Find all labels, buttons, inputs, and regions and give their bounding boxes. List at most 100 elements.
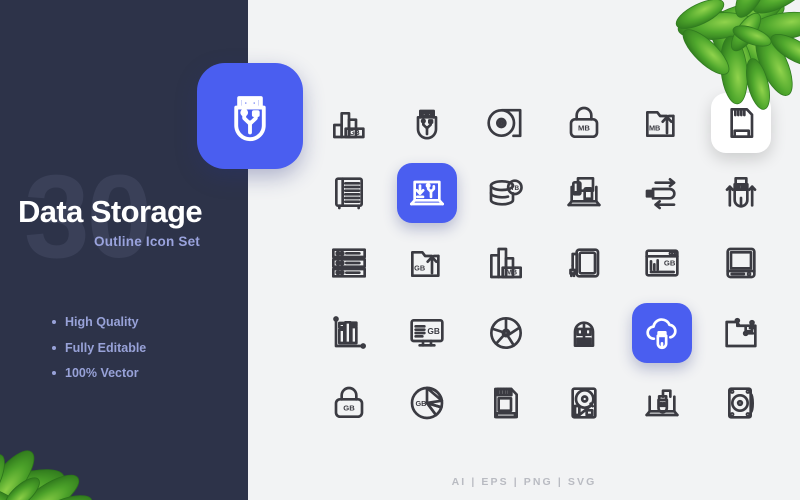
usb-connector-icon <box>573 321 595 347</box>
icon-tile-usb-connector[interactable] <box>554 303 614 363</box>
icon-tile-server-tower[interactable] <box>319 163 379 223</box>
hero-usb-badge <box>197 63 303 169</box>
svg-text:MB: MB <box>649 123 660 132</box>
bar-chart-gb-icon: GB <box>333 111 365 139</box>
feature-item: Fully Editable <box>52 340 147 355</box>
svg-text:TB: TB <box>510 185 519 192</box>
icon-tile-bar-chart-mb[interactable]: MB <box>476 233 536 293</box>
feature-item: High Quality <box>52 316 146 329</box>
icon-cell: GB <box>388 368 466 438</box>
icon-tile-usb-flash-drive[interactable] <box>397 93 457 153</box>
icon-cell <box>388 88 466 158</box>
icon-tile-sd-card[interactable] <box>710 93 771 153</box>
cloud-usb-storage-icon <box>646 318 678 350</box>
icon-tile-lock-mb[interactable]: MB <box>554 93 614 153</box>
feature-list: High Quality Fully Editable 100% Vector <box>52 316 146 393</box>
icon-tile-laptop-devices-sync[interactable] <box>554 163 614 223</box>
usb-flash-drive-icon <box>417 109 438 140</box>
usb-transfer-arrows-icon <box>646 178 677 210</box>
browser-gb-report-icon: GB <box>645 249 680 277</box>
icon-cell <box>310 158 388 228</box>
bar-chart-mb-icon: MB <box>489 247 522 279</box>
drive-bay-monitor-icon <box>726 247 756 279</box>
pie-chart-gb-icon: GB <box>411 386 444 420</box>
usb-upload-arrows-icon <box>725 177 757 208</box>
icon-cell <box>467 368 545 438</box>
laptop-usb-backup-icon <box>645 389 680 417</box>
icon-cell <box>388 158 466 228</box>
folder-network-icon <box>725 317 757 348</box>
icon-cell <box>545 228 623 298</box>
icon-tile-hard-drive-disc[interactable] <box>711 373 771 433</box>
icon-tile-browser-gb-report[interactable]: GB <box>632 233 692 293</box>
icon-cell: GB <box>388 228 466 298</box>
icon-cell <box>702 368 780 438</box>
icon-cell: TB <box>467 158 545 228</box>
sd-card-icon <box>730 108 754 139</box>
icon-cell <box>702 88 780 158</box>
svg-text:GB: GB <box>664 258 676 267</box>
feature-label: 100% Vector <box>65 366 139 380</box>
database-tb-icon: TB <box>489 179 523 206</box>
feature-label: Fully Editable <box>65 340 147 355</box>
icon-cell <box>310 228 388 298</box>
icon-tile-folder-gb-upload[interactable]: GB <box>397 233 457 293</box>
icon-tile-folder-mb-upload[interactable]: MB <box>632 93 692 153</box>
icon-tile-dvd-disc[interactable] <box>476 303 536 363</box>
icon-cell <box>702 158 780 228</box>
icon-cell: GB <box>310 368 388 438</box>
lock-gb-icon: GB <box>334 386 364 418</box>
icon-tile-folder-network[interactable] <box>711 303 771 363</box>
icon-cell <box>545 158 623 228</box>
page-subtitle: Outline Icon Set <box>94 233 200 249</box>
icon-cell <box>467 298 545 368</box>
icon-tile-laptop-usb-backup[interactable] <box>632 373 692 433</box>
svg-text:MB: MB <box>506 269 517 276</box>
icon-cell <box>467 88 545 158</box>
hard-disk-platter-icon <box>571 387 597 419</box>
folder-gb-upload-icon: GB <box>411 251 441 277</box>
svg-text:GB: GB <box>349 130 359 137</box>
icon-tile-laptop-download-usb[interactable] <box>397 163 458 223</box>
icon-tile-cd-disc-case[interactable] <box>476 93 536 153</box>
feature-item: 100% Vector <box>52 367 146 380</box>
icon-cell <box>623 298 701 368</box>
icon-cell: GB <box>623 228 701 298</box>
icon-tile-hard-disk-platter[interactable] <box>554 373 614 433</box>
footer-formats: AI | EPS | PNG | SVG <box>451 476 597 488</box>
svg-text:GB: GB <box>415 263 426 272</box>
icon-tile-drive-bay-monitor[interactable] <box>711 233 771 293</box>
icon-tile-lock-gb[interactable]: GB <box>319 373 379 433</box>
svg-text:GB: GB <box>343 404 355 413</box>
dvd-disc-icon <box>489 316 522 350</box>
icon-tile-server-rack[interactable] <box>319 233 379 293</box>
bullet-icon <box>52 371 56 376</box>
icon-tile-database-tb[interactable]: TB <box>476 163 536 223</box>
feature-label: High Quality <box>65 315 139 329</box>
icon-cell <box>702 228 780 298</box>
icon-tile-cloud-usb-storage[interactable] <box>632 303 693 363</box>
svg-text:GB: GB <box>416 399 427 408</box>
svg-text:GB: GB <box>428 326 441 336</box>
icon-cell: MB <box>545 88 623 158</box>
poster-canvas: GB MB MB TB GB MB GB GB GB GB AI | EPS | PNG | SV… <box>0 0 800 500</box>
icon-tile-memory-card[interactable] <box>476 373 536 433</box>
icon-cell: GB <box>388 298 466 368</box>
title-block: Data Storage Outline Icon Set <box>18 195 248 249</box>
icon-tile-bar-chart-gb[interactable]: GB <box>319 93 379 153</box>
icon-cell <box>545 298 623 368</box>
hard-drive-disc-icon <box>727 387 754 419</box>
icon-tile-usb-transfer-arrows[interactable] <box>632 163 692 223</box>
icon-tile-pie-chart-gb[interactable]: GB <box>397 373 457 433</box>
icon-tile-usb-upload-arrows[interactable] <box>711 163 771 223</box>
icon-tile-monitor-gb[interactable]: GB <box>397 303 457 363</box>
icon-tile-bar-graph-axis[interactable] <box>319 303 379 363</box>
lock-mb-icon: MB <box>569 106 599 138</box>
svg-text:MB: MB <box>578 124 590 133</box>
monitor-gb-icon: GB <box>410 319 445 347</box>
bullet-icon <box>52 320 56 325</box>
memory-card-icon <box>493 387 518 419</box>
icon-tile-external-hard-drive[interactable] <box>554 233 614 293</box>
server-tower-icon <box>335 177 364 210</box>
icon-cell: GB <box>310 88 388 158</box>
